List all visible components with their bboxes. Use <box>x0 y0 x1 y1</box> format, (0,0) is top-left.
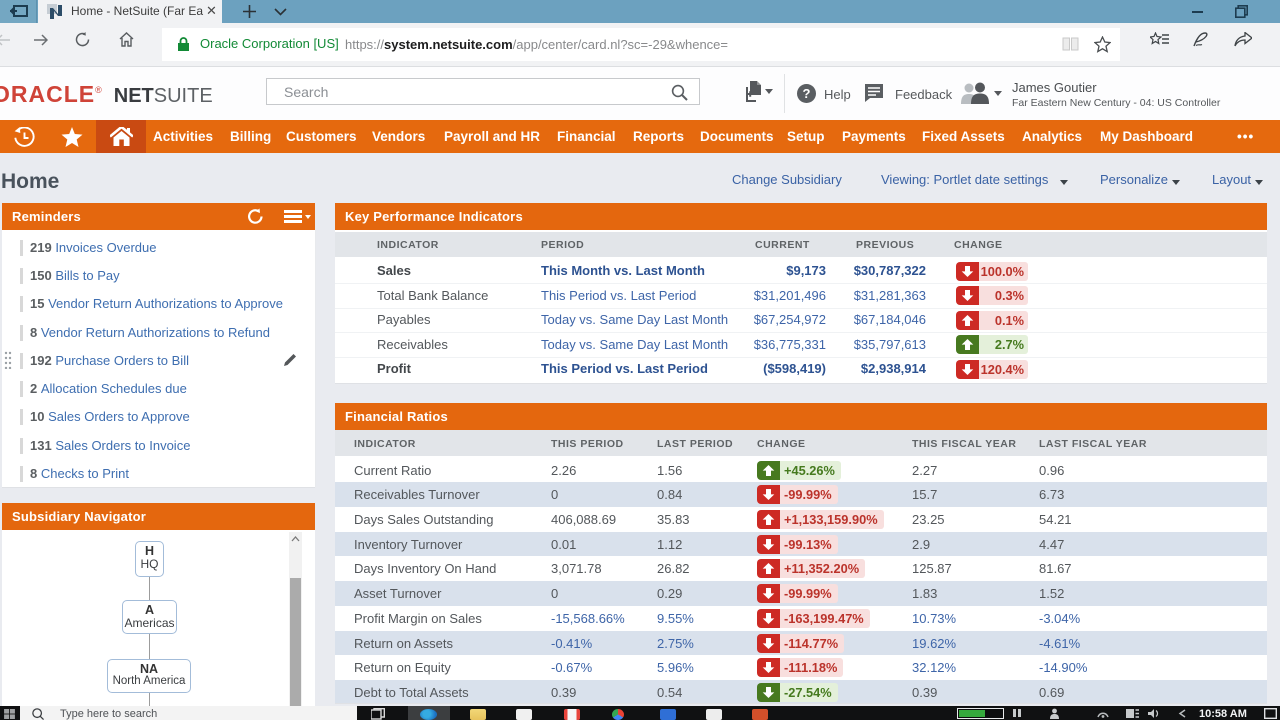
svg-text:?: ? <box>803 86 811 101</box>
